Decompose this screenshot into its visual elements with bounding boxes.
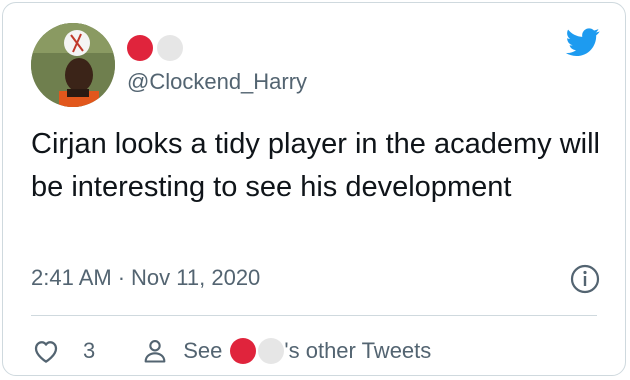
heart-icon — [34, 341, 58, 363]
display-name[interactable] — [127, 35, 183, 61]
avatar-image — [31, 23, 115, 107]
display-name-red-emoji — [127, 35, 153, 61]
see-other-tweets-link[interactable]: See 's other Tweets — [141, 336, 431, 366]
see-label: See — [183, 338, 223, 363]
other-tweets-label: 's other Tweets — [284, 338, 432, 363]
divider — [31, 315, 597, 316]
tweet-actions: 3 See 's other Tweets — [31, 331, 431, 371]
tweet-date: Nov 11, 2020 — [131, 265, 261, 290]
tweet-time: 2:41 AM — [31, 265, 112, 290]
tweet-text: Cirjan looks a tidy player in the academ… — [31, 128, 600, 203]
info-icon[interactable] — [569, 263, 601, 295]
other-tweets-name-white-emoji — [258, 338, 285, 364]
timestamp-separator: · — [117, 265, 126, 290]
tweet-timestamp[interactable]: 2:41 AM · Nov 11, 2020 — [31, 263, 260, 293]
user-handle[interactable]: @Clockend_Harry — [127, 67, 307, 97]
other-tweets-name-red-emoji — [230, 338, 257, 364]
avatar[interactable] — [31, 23, 115, 107]
like-count: 3 — [83, 338, 96, 363]
person-icon — [144, 340, 166, 363]
like-button[interactable]: 3 — [31, 336, 95, 366]
tweet-card[interactable]: @Clockend_Harry Cirjan looks a tidy play… — [2, 2, 626, 376]
twitter-bird-icon[interactable] — [563, 25, 603, 59]
display-name-white-emoji — [157, 35, 183, 61]
